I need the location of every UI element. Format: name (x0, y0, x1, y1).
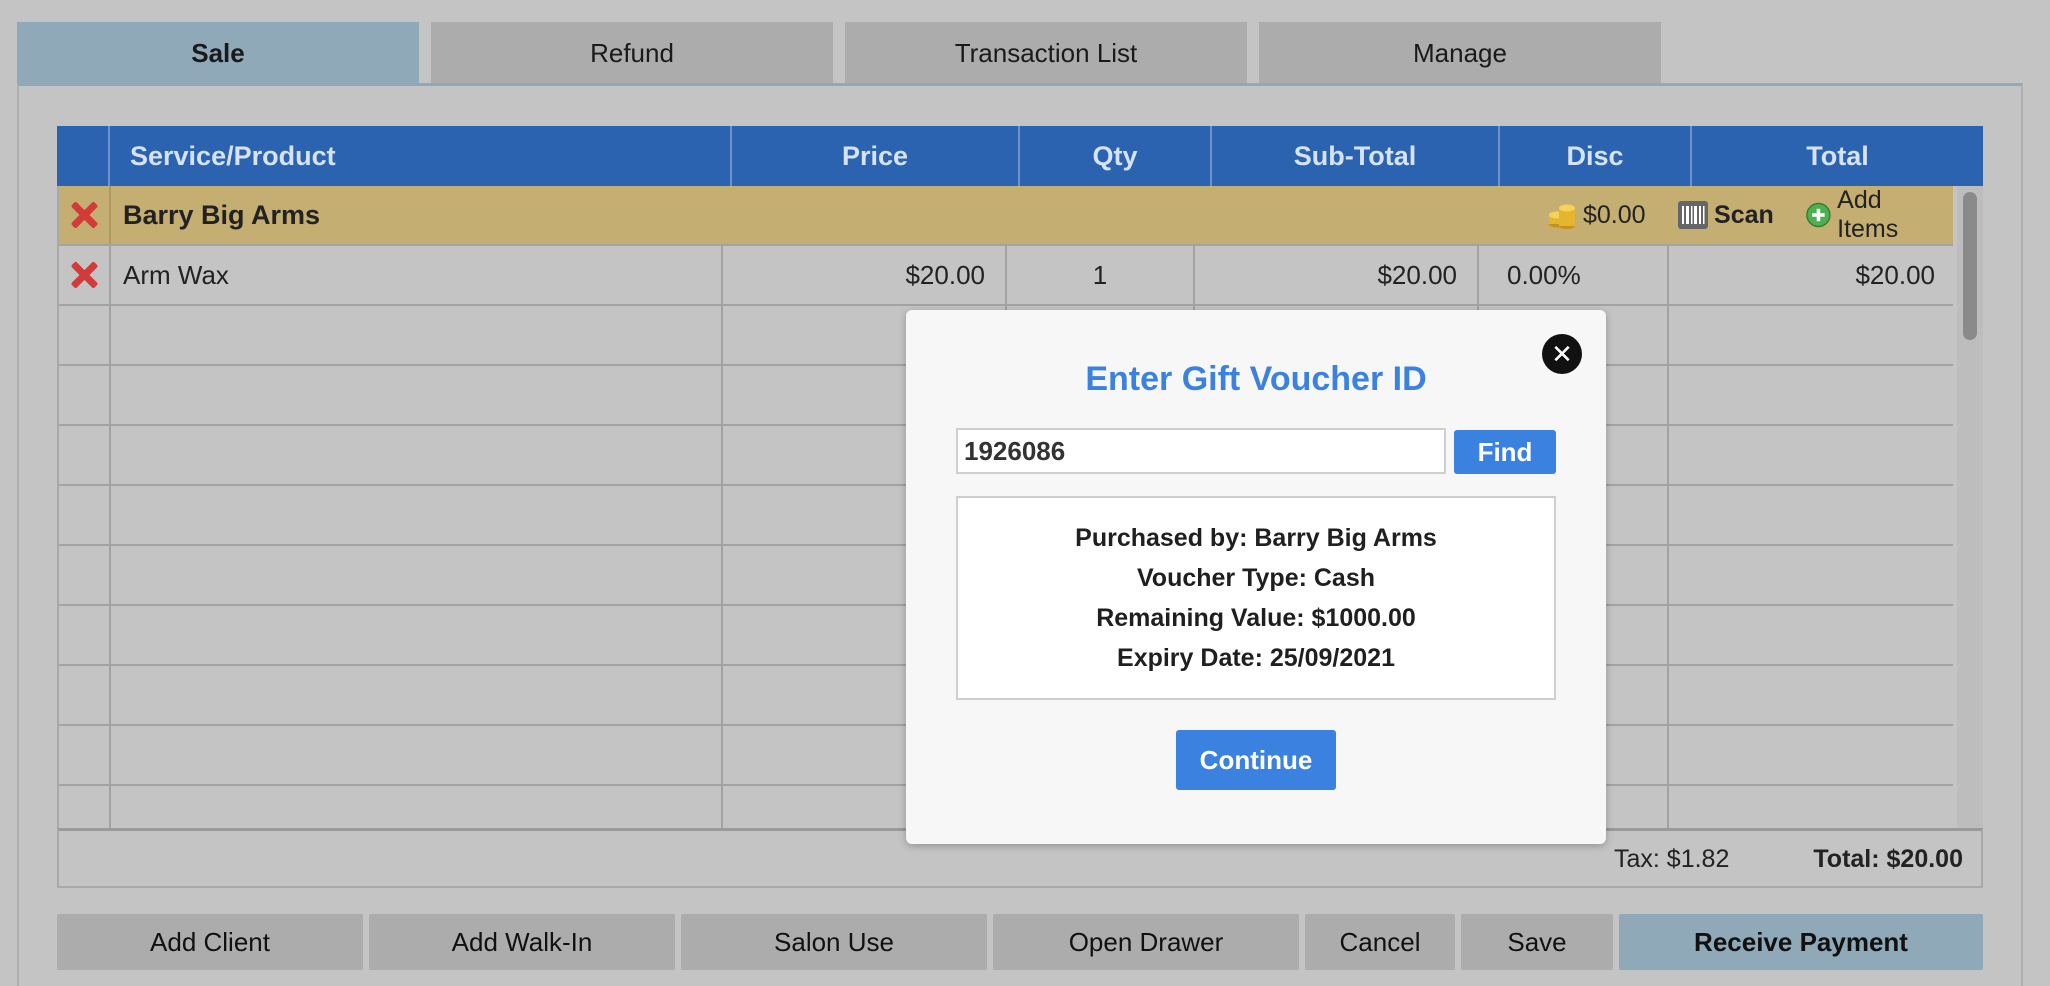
add-circle-icon (1806, 202, 1831, 228)
tab-transaction-list-label: Transaction List (954, 37, 1138, 68)
remove-icon (70, 261, 98, 289)
tax-amount: Tax: $1.82 (1614, 845, 1730, 873)
scan-label: Scan (1714, 200, 1774, 229)
header-qty: Qty (1018, 126, 1210, 186)
remove-icon (70, 201, 98, 229)
gift-voucher-dialog: Enter Gift Voucher ID ✕ Find Purchased b… (906, 310, 1606, 844)
tab-refund[interactable]: Refund (431, 22, 833, 84)
voucher-id-input[interactable] (956, 428, 1446, 474)
tab-manage[interactable]: Manage (1259, 22, 1661, 84)
header-price: Price (730, 126, 1018, 186)
save-button[interactable]: Save (1461, 914, 1613, 970)
find-button[interactable]: Find (1454, 430, 1556, 474)
coins-icon (1549, 204, 1575, 229)
voucher-type: Voucher Type: Cash (1136, 563, 1375, 592)
item-qty[interactable]: 1 (1005, 246, 1193, 304)
header-service-product: Service/Product (108, 126, 730, 186)
voucher-info-box: Purchased by: Barry Big Arms Voucher Typ… (956, 496, 1556, 700)
table-header: Service/Product Price Qty Sub-Total Disc… (57, 126, 1983, 186)
remove-client-button[interactable] (59, 186, 109, 244)
tab-transaction-list[interactable]: Transaction List (845, 22, 1247, 84)
tab-sale-label: Sale (191, 37, 245, 68)
balance-button[interactable]: $0.00 (1547, 200, 1646, 230)
purchased-by: Purchased by: Barry Big Arms (1075, 523, 1437, 552)
tab-refund-label: Refund (590, 37, 674, 68)
receive-payment-button[interactable]: Receive Payment (1619, 914, 1983, 970)
dialog-title: Enter Gift Voucher ID (1085, 360, 1427, 398)
add-items-button[interactable]: Add Items (1806, 186, 1937, 244)
scrollbar-thumb[interactable] (1963, 192, 1977, 340)
barcode-icon (1678, 201, 1709, 229)
item-subtotal: $20.00 (1193, 246, 1477, 304)
header-subtotal: Sub-Total (1210, 126, 1498, 186)
close-icon[interactable]: ✕ (1542, 334, 1582, 374)
header-disc: Disc (1498, 126, 1690, 186)
tab-sale[interactable]: Sale (17, 22, 419, 84)
client-actions: $0.00 Scan Add Items (1547, 186, 1937, 244)
salon-use-button[interactable]: Salon Use (681, 914, 987, 970)
item-total: $20.00 (1667, 246, 1953, 304)
client-name: Barry Big Arms (109, 186, 1109, 244)
item-name: Arm Wax (109, 246, 721, 304)
continue-button[interactable]: Continue (1176, 730, 1336, 790)
add-items-label: Add Items (1837, 186, 1899, 243)
expiry-date: Expiry Date: 25/09/2021 (1117, 643, 1395, 672)
grand-total: Total: $20.00 (1813, 845, 1963, 873)
tab-manage-label: Manage (1413, 37, 1507, 68)
item-price: $20.00 (721, 246, 1005, 304)
scan-button[interactable]: Scan (1678, 201, 1774, 230)
remove-item-button[interactable] (59, 246, 109, 304)
client-row: Barry Big Arms $0.00 Scan Add Items (59, 186, 1953, 246)
open-drawer-button[interactable]: Open Drawer (993, 914, 1299, 970)
add-walkin-button[interactable]: Add Walk-In (369, 914, 675, 970)
client-balance: $0.00 (1583, 200, 1646, 229)
item-disc[interactable]: 0.00% (1477, 246, 1667, 304)
table-scrollbar[interactable] (1957, 186, 1983, 828)
table-row[interactable]: Arm Wax $20.00 1 $20.00 0.00% $20.00 (59, 246, 1953, 306)
cancel-button[interactable]: Cancel (1305, 914, 1455, 970)
add-client-button[interactable]: Add Client (57, 914, 363, 970)
header-total: Total (1690, 126, 1983, 186)
remaining-value: Remaining Value: $1000.00 (1096, 603, 1416, 632)
